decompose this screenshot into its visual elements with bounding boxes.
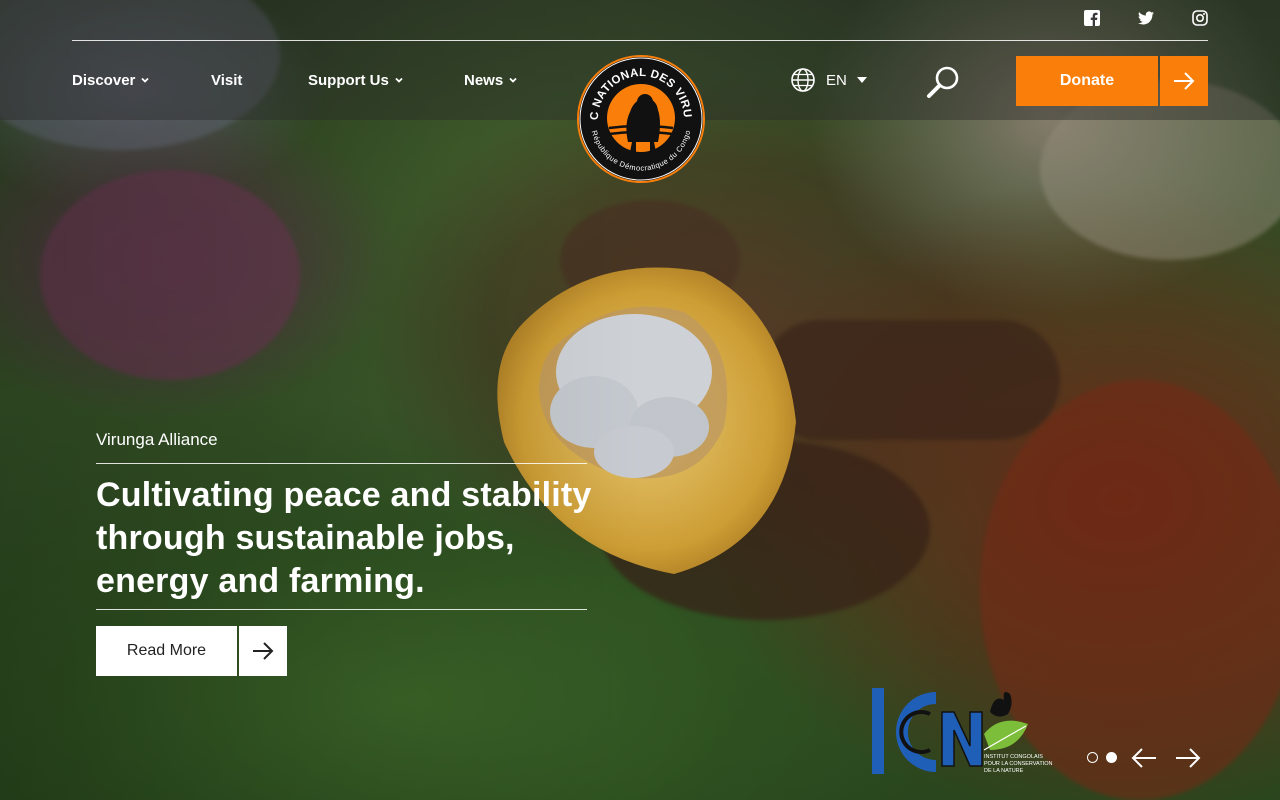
nav-item-visit[interactable]: Visit	[211, 70, 308, 90]
globe-icon	[791, 68, 815, 92]
slider-dots	[1087, 752, 1117, 763]
partner-caption-line-3: DE LA NATURE	[984, 768, 1024, 774]
twitter-icon[interactable]	[1138, 10, 1154, 26]
caret-down-icon	[856, 77, 867, 83]
header-divider	[72, 40, 1208, 41]
nav-item-label: Visit	[211, 71, 243, 89]
kicker-divider	[96, 463, 587, 464]
virunga-logo[interactable]: PARC NATIONAL DES VIRUNGA République Dém…	[576, 54, 706, 184]
nav-item-support-us[interactable]: Support Us	[308, 70, 464, 90]
hero-kicker: Virunga Alliance	[96, 430, 218, 449]
facebook-icon[interactable]	[1084, 10, 1100, 26]
arrow-right-icon	[1174, 72, 1195, 90]
hero-headline: Cultivating peace and stability through …	[96, 476, 592, 600]
main-nav: Discover Visit Support Us News	[72, 70, 517, 90]
social-links	[1084, 10, 1208, 26]
chevron-down-icon	[395, 77, 403, 83]
nav-item-label: Support Us	[308, 71, 389, 89]
partner-caption-line-1: INSTITUT CONGOLAIS	[984, 754, 1043, 760]
slider-next-arrow-icon[interactable]	[1174, 744, 1202, 772]
chevron-down-icon	[141, 77, 150, 83]
read-more-arrow	[239, 626, 287, 676]
language-current: EN	[826, 71, 847, 89]
read-more-label: Read More	[96, 626, 237, 676]
search-icon[interactable]	[926, 64, 962, 100]
nav-item-discover[interactable]: Discover	[72, 70, 211, 90]
nav-item-news[interactable]: News	[464, 70, 517, 90]
headline-divider	[96, 609, 587, 610]
slider-prev-arrow-icon[interactable]	[1130, 744, 1158, 772]
donate-label: Donate	[1016, 56, 1158, 106]
nav-item-label: Discover	[72, 71, 136, 89]
instagram-icon[interactable]	[1192, 10, 1208, 26]
arrow-right-icon	[253, 642, 274, 660]
donate-arrow	[1160, 56, 1208, 106]
slider-dot-2[interactable]	[1106, 752, 1117, 763]
read-more-button[interactable]: Read More	[96, 626, 287, 676]
partner-caption-line-2: POUR LA CONSERVATION	[984, 761, 1052, 767]
slider-dot-1[interactable]	[1087, 752, 1098, 763]
nav-item-label: News	[464, 71, 504, 89]
iccn-partner-logo: INSTITUT CONGOLAIS POUR LA CONSERVATION …	[872, 688, 1052, 774]
chevron-down-icon	[509, 77, 517, 83]
language-selector[interactable]: EN	[790, 67, 867, 93]
donate-button[interactable]: Donate	[1016, 56, 1208, 106]
